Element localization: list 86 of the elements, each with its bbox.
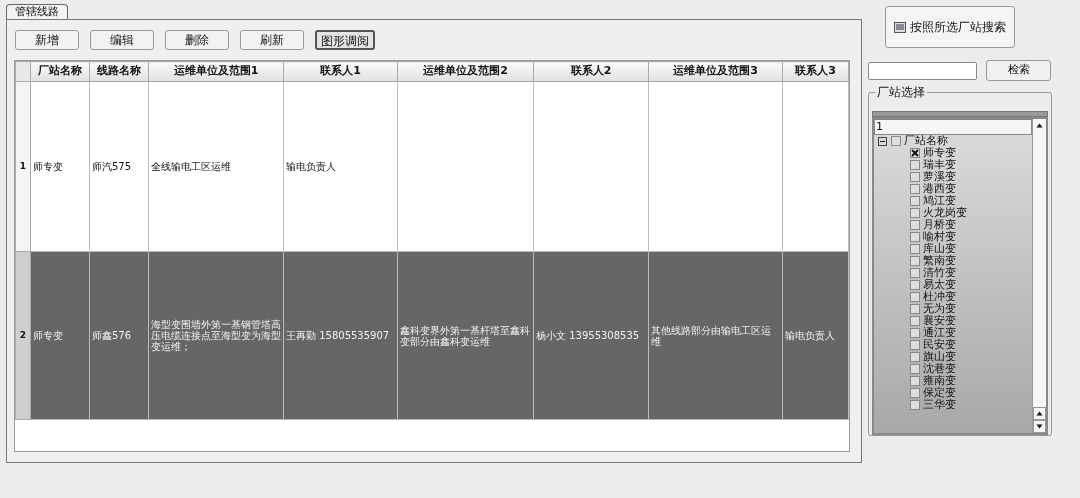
checkbox[interactable]	[910, 160, 920, 170]
search-field[interactable]	[868, 61, 977, 80]
checkbox[interactable]	[910, 196, 920, 206]
table-cell: 杨小文 13955308535	[533, 251, 649, 420]
tree-item[interactable]: 杜冲变	[923, 291, 956, 303]
scroll-up-icon[interactable]	[1033, 407, 1046, 420]
collapse-icon[interactable]	[878, 136, 887, 146]
table-cell: 全线输电工区运维	[148, 81, 284, 252]
button-label: 按照所选厂站搜索	[910, 19, 1006, 36]
checkbox[interactable]	[910, 244, 920, 254]
tree-item[interactable]: 易太变	[923, 279, 956, 291]
tree-item[interactable]: 保定变	[923, 387, 956, 399]
tree-item[interactable]: 火龙岗变	[923, 207, 967, 219]
window-icon	[894, 21, 906, 33]
tree-item[interactable]: 民安变	[923, 339, 956, 351]
tree-item[interactable]: 萝溪变	[923, 171, 956, 183]
toolbar-button[interactable]: 刷新	[240, 30, 304, 50]
tree-item[interactable]: 襄安变	[923, 315, 956, 327]
tree-item[interactable]: 港西变	[923, 183, 956, 195]
checkbox[interactable]	[910, 172, 920, 182]
checkbox[interactable]	[910, 340, 920, 350]
checkbox[interactable]	[910, 376, 920, 386]
tree-item[interactable]: 沈巷变	[923, 363, 956, 375]
table-cell: 师汽575	[89, 81, 149, 252]
checkbox[interactable]	[910, 184, 920, 194]
tree-item[interactable]: 瑞丰变	[923, 159, 956, 171]
checkbox[interactable]	[891, 136, 901, 146]
column-header[interactable]: 联系人1	[283, 61, 398, 82]
row-header[interactable]: 2	[15, 251, 31, 420]
column-header[interactable]: 运维单位及范围2	[397, 61, 534, 82]
tab[interactable]: 管辖线路	[6, 4, 68, 19]
checkbox[interactable]	[910, 220, 920, 230]
toolbar-button[interactable]: 编辑	[90, 30, 154, 50]
column-header[interactable]: 线路名称	[89, 61, 149, 82]
search-button[interactable]: 检索	[986, 60, 1051, 81]
table-cell: 师专变	[30, 251, 90, 420]
table-cell: 师鑫576	[89, 251, 149, 420]
filter-row[interactable]: 1	[874, 119, 1032, 135]
table-cell: 输电负责人	[782, 251, 849, 420]
checkbox[interactable]	[910, 208, 920, 218]
checkbox[interactable]	[910, 232, 920, 242]
checkbox[interactable]	[910, 364, 920, 374]
checkbox[interactable]	[910, 316, 920, 326]
tree-item[interactable]: 雍南变	[923, 375, 956, 387]
tree-item[interactable]: 三华变	[923, 399, 956, 411]
search-by-station-button[interactable]: 按照所选厂站搜索	[885, 6, 1015, 48]
tree-item[interactable]: 旗山变	[923, 351, 956, 363]
checkbox[interactable]	[910, 292, 920, 302]
tree-item[interactable]: 喻村变	[923, 231, 956, 243]
column-header[interactable]: 联系人2	[533, 61, 649, 82]
table-cell: 其他线路部分由输电工区运维	[648, 251, 783, 420]
scroll-down-icon[interactable]	[1033, 420, 1046, 433]
tree-item[interactable]: 厂站名称	[904, 135, 948, 147]
checkbox[interactable]	[910, 148, 920, 158]
table-cell: 鑫科变界外第一基杆塔至鑫科变部分由鑫科变运维	[397, 251, 534, 420]
checkbox[interactable]	[910, 400, 920, 410]
column-header[interactable]: 运维单位及范围1	[148, 61, 284, 82]
corner-header	[15, 61, 31, 82]
tree-item[interactable]: 通江变	[923, 327, 956, 339]
checkbox[interactable]	[910, 268, 920, 278]
checkbox[interactable]	[910, 352, 920, 362]
tree-item[interactable]: 师专变	[923, 147, 956, 159]
tree-item[interactable]: 库山变	[923, 243, 956, 255]
table-cell: 师专变	[30, 81, 90, 252]
toolbar-button[interactable]: 删除	[165, 30, 229, 50]
toolbar-button[interactable]: 图形调阅	[315, 30, 375, 50]
scrollbar[interactable]	[1032, 119, 1046, 433]
tree-item[interactable]: 繁南变	[923, 255, 956, 267]
table-cell: 海型变围墙外第一基钢管塔高压电缆连接点至海型变为海型变运维；	[148, 251, 284, 420]
checkbox[interactable]	[910, 280, 920, 290]
tree-item[interactable]: 无为变	[923, 303, 956, 315]
tree-item[interactable]: 鸠江变	[923, 195, 956, 207]
column-header[interactable]: 运维单位及范围3	[648, 61, 783, 82]
checkbox[interactable]	[910, 328, 920, 338]
checkbox[interactable]	[910, 256, 920, 266]
column-header[interactable]: 联系人3	[782, 61, 849, 82]
tree-item[interactable]: 清竹变	[923, 267, 956, 279]
checkbox[interactable]	[910, 304, 920, 314]
toolbar-button[interactable]: 新增	[15, 30, 79, 50]
tree-item[interactable]: 月桥变	[923, 219, 956, 231]
row-header[interactable]: 1	[15, 81, 31, 252]
checkbox[interactable]	[910, 388, 920, 398]
group-title: 厂站选择	[875, 85, 927, 99]
table-cell: 王再勤 15805535907	[283, 251, 398, 420]
table-cell: 输电负责人	[283, 81, 398, 252]
column-header[interactable]: 厂站名称	[30, 61, 90, 82]
